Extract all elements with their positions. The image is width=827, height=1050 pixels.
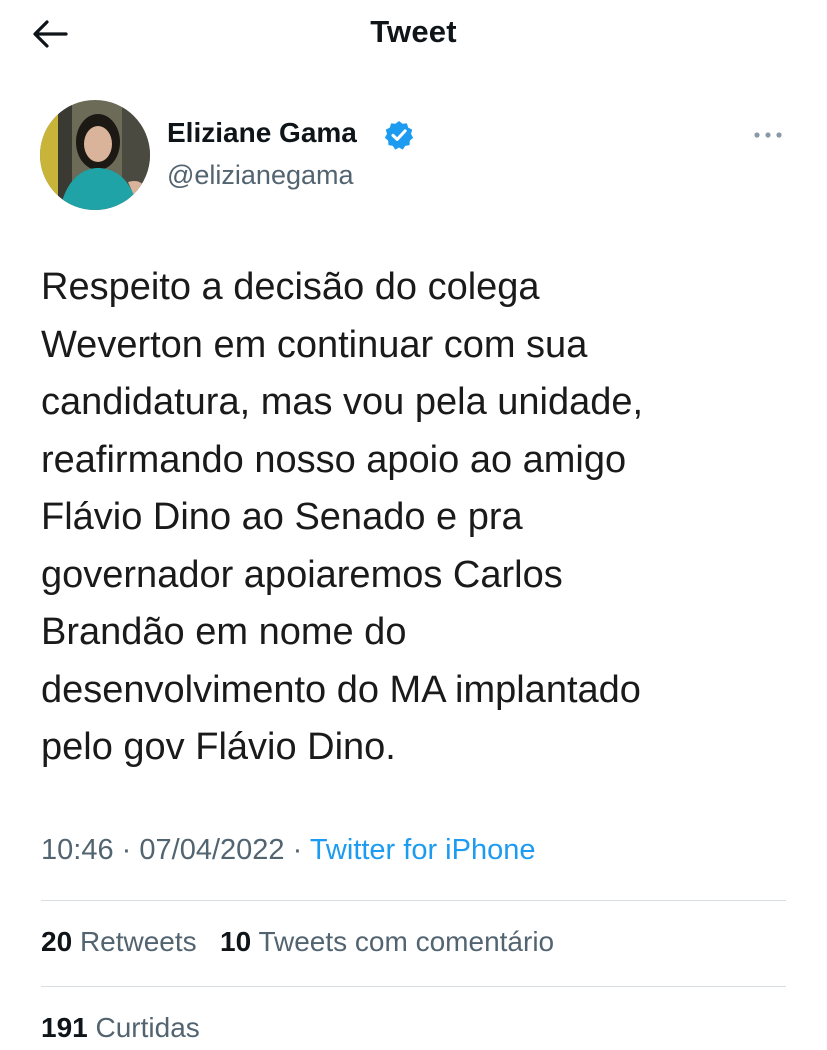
retweets-count: 20 (41, 926, 73, 957)
verified-badge-icon (384, 121, 414, 150)
retweets-label: Retweets (79, 926, 197, 957)
tweet-text: Respeito a decisão do colega Weverton em… (41, 266, 644, 768)
divider (41, 986, 786, 987)
likes-label: Curtidas (95, 1012, 200, 1043)
author-handle[interactable]: @elizianegama (167, 160, 354, 191)
tweet-metadata: 10:46 · 07/04/2022 · Twitter for iPhone (41, 834, 535, 867)
avatar[interactable] (40, 100, 150, 210)
tweet-date[interactable]: 07/04/2022 (139, 834, 284, 866)
more-dots-icon (754, 132, 782, 138)
likes-stats: 191 Curtidas (41, 1012, 200, 1044)
more-options-button[interactable] (748, 120, 788, 150)
quotes-count: 10 (220, 926, 252, 957)
page-title: Tweet (370, 14, 457, 49)
top-bar: Tweet (0, 0, 827, 66)
author-name[interactable]: Eliziane Gama (167, 117, 357, 149)
divider (41, 900, 786, 901)
tweet-time[interactable]: 10:46 (41, 834, 114, 866)
meta-separator: · (121, 834, 132, 866)
tweet-source-link[interactable]: Twitter for iPhone (310, 834, 536, 866)
retweets-stat[interactable]: 20 Retweets (41, 926, 204, 957)
likes-count: 191 (41, 1012, 88, 1043)
likes-stat[interactable]: 191 Curtidas (41, 1012, 200, 1043)
meta-separator: · (292, 834, 303, 866)
engagement-stats: 20 Retweets 10 Tweets com comentário (41, 926, 554, 958)
quote-tweets-stat[interactable]: 10 Tweets com comentário (212, 926, 554, 957)
quotes-label: Tweets com comentário (258, 926, 555, 957)
